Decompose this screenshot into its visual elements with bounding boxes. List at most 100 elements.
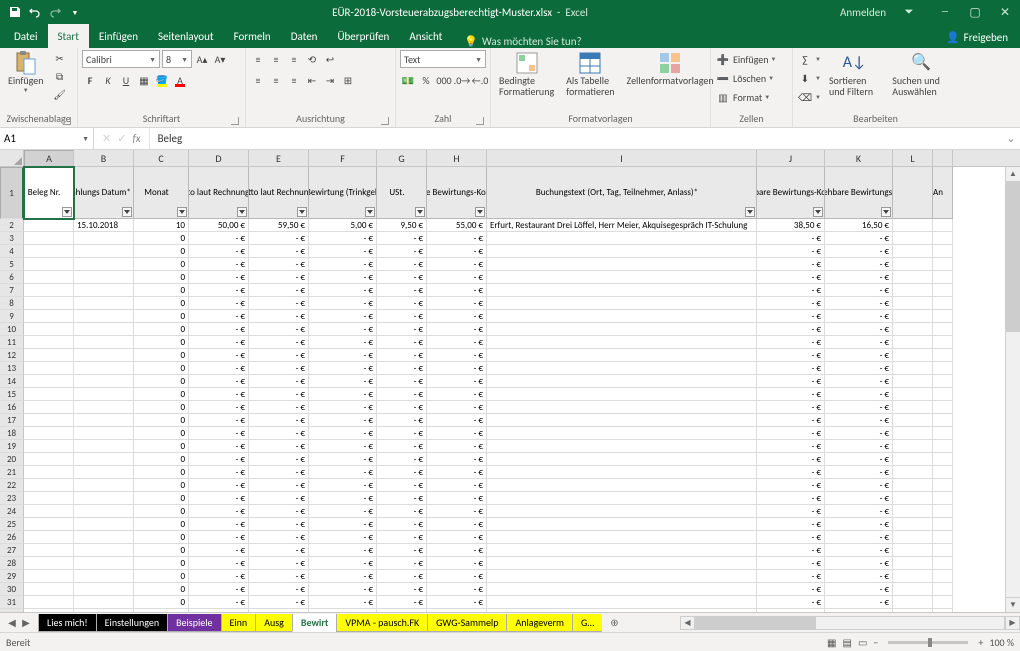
cell[interactable]: - €	[309, 453, 377, 466]
vertical-scrollbar[interactable]: ▲ ▼	[1005, 167, 1020, 612]
cell[interactable]: - €	[825, 375, 893, 388]
scroll-up-icon[interactable]: ▲	[1006, 167, 1020, 182]
share-button[interactable]: 👤Freigeben	[934, 27, 1020, 48]
cell[interactable]: - €	[757, 245, 825, 258]
cell[interactable]: - €	[427, 362, 487, 375]
zoom-slider[interactable]	[888, 641, 968, 644]
font-size-select[interactable]: 8▼	[162, 50, 192, 68]
cell[interactable]: - €	[757, 362, 825, 375]
cell[interactable]: - €	[427, 401, 487, 414]
row-header-18[interactable]: 18	[0, 427, 24, 440]
header-cell[interactable]: abziehbare Bewirtungs-Kosten	[757, 167, 825, 219]
cell[interactable]	[933, 518, 953, 531]
cell[interactable]	[487, 518, 757, 531]
filter-button[interactable]	[177, 207, 187, 217]
cell[interactable]: - €	[189, 401, 249, 414]
cell[interactable]: - €	[757, 258, 825, 271]
align-left-icon[interactable]: ≡	[250, 72, 266, 88]
cell[interactable]	[487, 505, 757, 518]
cell[interactable]	[893, 518, 933, 531]
cell[interactable]: - €	[249, 388, 309, 401]
cell[interactable]	[487, 583, 757, 596]
cell[interactable]: - €	[377, 505, 427, 518]
fx-icon[interactable]: fx	[132, 132, 140, 145]
cell[interactable]	[893, 401, 933, 414]
cell[interactable]: - €	[249, 466, 309, 479]
row-header-4[interactable]: 4	[0, 245, 24, 258]
cell[interactable]	[74, 388, 134, 401]
cell[interactable]: - €	[825, 492, 893, 505]
confirm-fx-icon[interactable]: ✓	[117, 132, 126, 145]
cell[interactable]	[893, 505, 933, 518]
cell[interactable]: 50,00 €	[189, 219, 249, 232]
cell[interactable]: - €	[309, 414, 377, 427]
cell[interactable]: 0	[134, 284, 189, 297]
save-icon[interactable]	[8, 5, 22, 19]
cell[interactable]: - €	[427, 414, 487, 427]
cell[interactable]: 0	[134, 479, 189, 492]
cell[interactable]: 16,50 €	[825, 219, 893, 232]
cell[interactable]: - €	[757, 401, 825, 414]
cell[interactable]	[24, 349, 74, 362]
view-pagelayout-icon[interactable]: ▤	[843, 636, 852, 649]
view-normal-icon[interactable]: ▦	[827, 636, 836, 649]
filter-button[interactable]	[415, 207, 425, 217]
cell[interactable]: - €	[757, 453, 825, 466]
cell[interactable]: 0	[134, 544, 189, 557]
row-header-9[interactable]: 9	[0, 310, 24, 323]
format-painter-icon[interactable]: 🖌	[52, 86, 68, 102]
cell[interactable]: - €	[309, 284, 377, 297]
cell[interactable]: - €	[757, 583, 825, 596]
cell[interactable]: - €	[189, 323, 249, 336]
cell[interactable]: - €	[377, 466, 427, 479]
orientation-icon[interactable]: ⟲	[304, 51, 320, 67]
cell[interactable]: - €	[825, 401, 893, 414]
tell-me[interactable]: 💡Was möchten Sie tun?	[464, 35, 581, 48]
cell[interactable]: - €	[249, 557, 309, 570]
tab-start[interactable]: Start	[48, 24, 89, 48]
cell[interactable]	[933, 362, 953, 375]
cell[interactable]	[487, 362, 757, 375]
cell[interactable]	[487, 336, 757, 349]
cell[interactable]: 0	[134, 349, 189, 362]
cell[interactable]: - €	[427, 232, 487, 245]
cell[interactable]: - €	[377, 440, 427, 453]
cell[interactable]	[933, 232, 953, 245]
cell[interactable]	[74, 479, 134, 492]
row-header-20[interactable]: 20	[0, 453, 24, 466]
cell[interactable]: - €	[427, 297, 487, 310]
cell[interactable]: - €	[377, 323, 427, 336]
cell[interactable]: - €	[427, 531, 487, 544]
cell[interactable]: - €	[377, 258, 427, 271]
cell[interactable]: - €	[757, 336, 825, 349]
row-header-29[interactable]: 29	[0, 570, 24, 583]
cell[interactable]: - €	[427, 245, 487, 258]
cell[interactable]	[933, 570, 953, 583]
cell[interactable]: - €	[189, 388, 249, 401]
cell[interactable]	[933, 388, 953, 401]
cell[interactable]: - €	[249, 531, 309, 544]
cell[interactable]: - €	[825, 258, 893, 271]
cell-styles-button[interactable]: Zellenformatvorlagen	[623, 50, 718, 88]
wrap-text-icon[interactable]: ↩	[322, 51, 338, 67]
cell[interactable]: - €	[825, 596, 893, 609]
expand-formula-bar[interactable]: ⌄	[1002, 128, 1020, 149]
cell[interactable]: - €	[377, 297, 427, 310]
cell[interactable]: 0	[134, 440, 189, 453]
sheet-tab[interactable]: G…	[572, 614, 603, 632]
cell[interactable]: - €	[757, 427, 825, 440]
cell[interactable]	[933, 375, 953, 388]
cell[interactable]	[24, 596, 74, 609]
row-header-10[interactable]: 10	[0, 323, 24, 336]
cell[interactable]	[24, 531, 74, 544]
cell[interactable]	[74, 245, 134, 258]
sheet-tab[interactable]: Beispiele	[167, 614, 221, 632]
row-header-27[interactable]: 27	[0, 544, 24, 557]
cell[interactable]: - €	[189, 284, 249, 297]
row-header-19[interactable]: 19	[0, 440, 24, 453]
cell[interactable]: - €	[757, 310, 825, 323]
cell[interactable]: - €	[249, 583, 309, 596]
cell[interactable]	[933, 349, 953, 362]
cell[interactable]	[933, 297, 953, 310]
row-header-30[interactable]: 30	[0, 583, 24, 596]
